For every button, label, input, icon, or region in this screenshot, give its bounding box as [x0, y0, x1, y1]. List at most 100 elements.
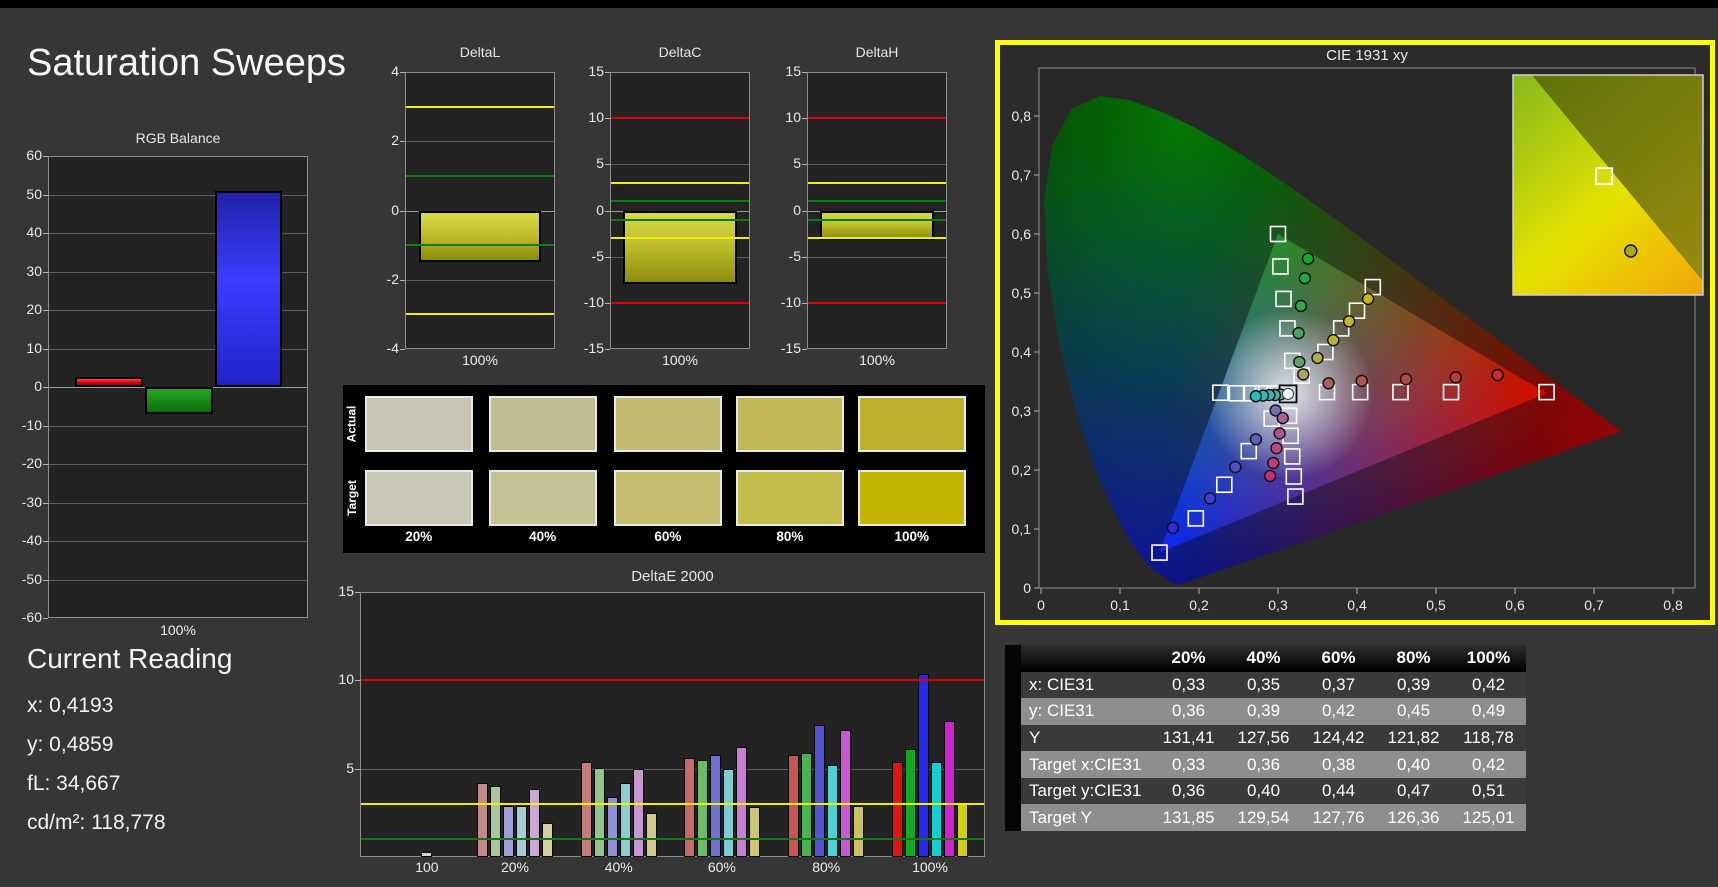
y-tick-label: 0,7 [1012, 167, 1032, 183]
measured-point-magenta [1267, 456, 1280, 470]
top-strip [0, 0, 1718, 8]
delta_h-title: DeltaH [855, 44, 899, 60]
limit-line [361, 838, 984, 841]
y-tick-label: -20 [21, 455, 42, 471]
y-tick-mark [605, 210, 610, 212]
value-cell: 0,39 [1376, 671, 1451, 699]
delta-e-bar-100 [421, 851, 433, 857]
swatch-actual-80% [735, 396, 844, 452]
y-tick-mark [400, 279, 405, 281]
measured-point-cyan [1249, 390, 1263, 403]
measured-point-red [1355, 374, 1368, 388]
y-tick-label: -40 [21, 532, 42, 548]
y-tick-label: -15 [780, 340, 801, 356]
measured-point-blue [1249, 433, 1263, 446]
delta-e-bar-100% [892, 761, 903, 857]
value-cell: 0,36 [1151, 777, 1226, 805]
x-tick-label: 0,7 [1584, 597, 1604, 613]
delta-e-bar-80% [853, 805, 865, 857]
value-cell: 0,45 [1376, 698, 1451, 725]
gridline [49, 541, 307, 542]
y-tick-label: 0 [596, 201, 604, 218]
y-tick-label: 0,8 [1012, 108, 1032, 124]
y-tick-mark [355, 680, 360, 682]
inset-measured-dot [1624, 244, 1638, 258]
delta-e-bar-40% [619, 782, 631, 857]
row-label: Target y:CIE31 [1021, 777, 1151, 805]
value-cell: 127,56 [1226, 724, 1301, 752]
delta-e-bar-60% [748, 806, 760, 857]
row-marker [1005, 671, 1021, 699]
swatch-actual-20% [364, 396, 473, 452]
cie-title: CIE 1931 xy [1326, 47, 1408, 64]
green-bar [144, 387, 214, 414]
value-cell: 0,36 [1226, 751, 1301, 778]
table-row: x: CIE31 0,33 0,35 0,37 0,39 0,42 [1005, 671, 1526, 699]
measured-point-yellow [1297, 368, 1310, 381]
delta-e-bar-20% [529, 788, 540, 857]
y-tick-label: 0,4 [1012, 344, 1032, 360]
swatch-col-label: 20% [405, 529, 433, 544]
y-tick-label: 5 [596, 155, 604, 172]
table-header-row: 20% 40% 60% 80% 100% [1005, 645, 1526, 672]
y-tick-mark [605, 302, 610, 304]
value-cell: 0,33 [1151, 751, 1226, 778]
limit-line [611, 218, 749, 221]
y-tick-label: 0,1 [1012, 521, 1032, 537]
row-marker [1005, 645, 1021, 672]
measured-point-magenta [1276, 411, 1289, 425]
x-tick-label: 0,5 [1426, 597, 1446, 613]
measured-point-magenta [1273, 427, 1286, 440]
delta-e-bar-60% [735, 746, 747, 857]
row-label: Y [1021, 724, 1151, 752]
row-marker [1005, 698, 1021, 725]
y-tick-label: 0 [34, 378, 42, 394]
delta-e-bar-40% [606, 796, 618, 857]
measured-point-blue [1203, 492, 1217, 505]
x-tick-label: 60% [707, 859, 736, 875]
y-tick-mark [802, 349, 807, 350]
value-cell: 0,51 [1451, 777, 1526, 805]
rgb_balance-title: RGB Balance [135, 130, 221, 146]
value-cell: 127,76 [1301, 804, 1376, 831]
page-title: Saturation Sweeps [27, 42, 346, 84]
value-cell: 0,39 [1226, 698, 1301, 725]
swatch-col-label: 100% [894, 529, 930, 544]
y-tick-mark [802, 302, 807, 304]
y-tick-mark [43, 387, 48, 388]
swatch-target-60% [613, 470, 722, 526]
y-tick-label: 0,2 [1012, 462, 1032, 478]
y-tick-mark [802, 256, 807, 258]
y-tick-mark [43, 579, 48, 581]
value-cell: 60% [1301, 645, 1376, 672]
value-cell: 0,49 [1451, 698, 1526, 725]
current-reading-y: y: 0,4859 [27, 733, 114, 756]
limit-line [808, 218, 946, 221]
limit-line [611, 117, 749, 120]
row-label [1021, 645, 1151, 672]
swatch-col-label: 40% [529, 529, 557, 544]
y-tick-label: 0 [391, 201, 399, 218]
y-tick-mark [43, 233, 48, 234]
x-tick-label: 100 [415, 859, 439, 875]
value-cell: 0,38 [1301, 751, 1376, 778]
value-cell: 0,40 [1226, 777, 1301, 805]
measured-point-red [1449, 371, 1462, 384]
delta-e-bar-100% [944, 720, 955, 857]
y-tick-label: 0,6 [1012, 226, 1032, 242]
swatch-actual-100% [857, 396, 966, 452]
swatch-target-40% [488, 470, 597, 526]
swatch-target-80% [735, 470, 844, 526]
value-cell: 118,78 [1451, 724, 1526, 752]
y-tick-mark [400, 210, 405, 212]
current-reading-cdm2: cd/m²: 118,778 [27, 811, 166, 834]
gridline [49, 425, 307, 427]
x-tick-label: 0,1 [1110, 597, 1130, 613]
delta_l-xlabel: 100% [462, 352, 498, 368]
value-cell: 0,33 [1151, 671, 1226, 699]
limit-line [611, 200, 749, 203]
y-tick-mark [605, 256, 610, 258]
x-tick-label: 20% [500, 859, 530, 875]
row-marker [1005, 777, 1021, 805]
y-tick-label: 10 [785, 109, 801, 126]
